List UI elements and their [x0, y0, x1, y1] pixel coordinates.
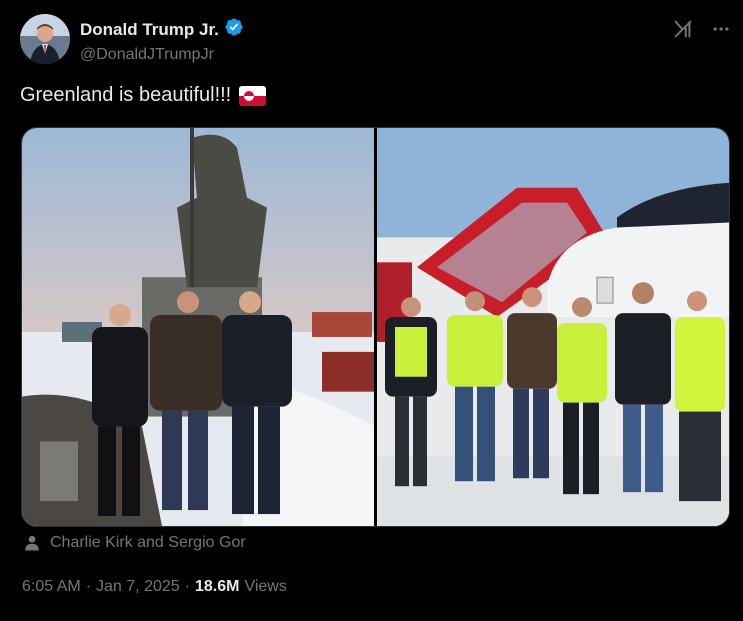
grok-icon[interactable]: [670, 16, 696, 42]
more-icon[interactable]: [710, 18, 732, 40]
views-count[interactable]: 18.6M: [195, 578, 239, 596]
tweet-text: Greenland is beautiful!!!: [20, 84, 267, 107]
verified-badge-icon: [224, 17, 244, 42]
tagged-users[interactable]: Charlie Kirk and Sergio Gor: [22, 533, 246, 553]
photo-jet-crew[interactable]: [377, 128, 729, 526]
author-names: Donald Trump Jr. @DonaldJTrumpJr: [80, 17, 244, 64]
tweet-text-content: Greenland is beautiful!!!: [20, 84, 232, 106]
display-name-text: Donald Trump Jr.: [80, 19, 219, 39]
tweet-date[interactable]: Jan 7, 2025: [96, 578, 180, 596]
meta-separator: ·: [184, 578, 190, 595]
tweet-meta: 6:05 AM · Jan 7, 2025 · 18.6M Views: [22, 578, 287, 596]
person-icon: [22, 533, 42, 553]
media-grid: [21, 127, 730, 527]
author-handle[interactable]: @DonaldJTrumpJr: [80, 46, 244, 64]
tagged-users-text: Charlie Kirk and Sergio Gor: [50, 534, 246, 551]
author-display-name[interactable]: Donald Trump Jr.: [80, 17, 244, 42]
tweet-header: Donald Trump Jr. @DonaldJTrumpJr: [20, 14, 732, 66]
avatar[interactable]: [20, 14, 70, 64]
photo-statue-group[interactable]: [22, 128, 374, 526]
greenland-flag-icon: [239, 85, 267, 106]
top-actions: [670, 16, 732, 42]
tweet-time[interactable]: 6:05 AM: [22, 578, 81, 596]
meta-separator: ·: [85, 578, 92, 595]
views-label: Views: [244, 578, 287, 595]
